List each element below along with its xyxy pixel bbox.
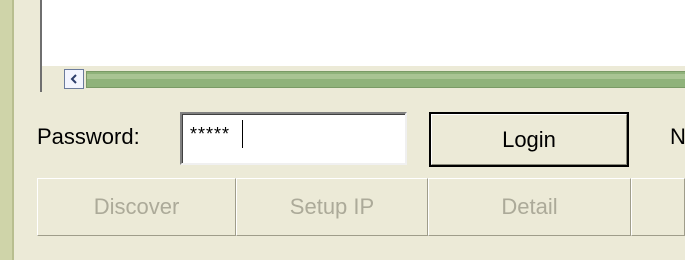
action-button-row: Discover Setup IP Detail bbox=[37, 178, 685, 236]
clipped-label: N bbox=[670, 124, 685, 149]
scroll-left-button[interactable] bbox=[64, 69, 84, 89]
detail-button[interactable]: Detail bbox=[428, 178, 631, 236]
horizontal-scrollbar[interactable] bbox=[40, 66, 685, 92]
password-input[interactable]: ***** bbox=[180, 112, 407, 165]
device-list[interactable] bbox=[40, 0, 685, 68]
text-caret bbox=[242, 120, 243, 148]
password-value: ***** bbox=[190, 124, 231, 144]
chevron-left-icon bbox=[70, 74, 77, 84]
setup-ip-button[interactable]: Setup IP bbox=[236, 178, 428, 236]
window-left-edge bbox=[0, 0, 14, 260]
password-label: Password: bbox=[37, 124, 140, 149]
login-button[interactable]: Login bbox=[429, 112, 629, 167]
discover-button[interactable]: Discover bbox=[37, 178, 236, 236]
partial-button[interactable] bbox=[631, 178, 685, 236]
scroll-thumb[interactable] bbox=[86, 71, 685, 88]
